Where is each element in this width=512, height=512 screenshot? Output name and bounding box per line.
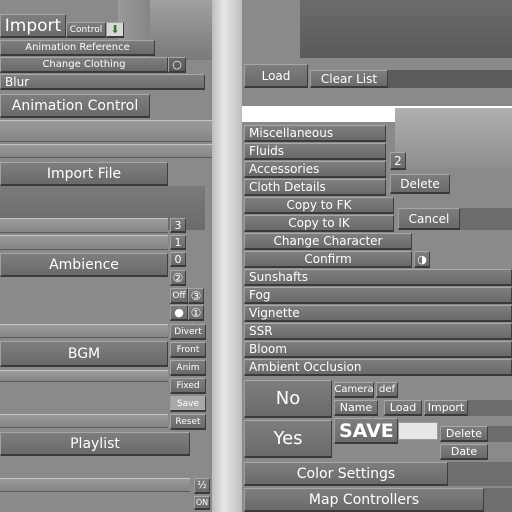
center-divider [212,0,242,512]
animation-reference-button[interactable]: Animation Reference [0,40,155,56]
playlist-track-bottom [0,478,190,492]
clear-list-track [388,70,512,88]
bgm-track-bottom [0,370,168,382]
bgm-fixed-button[interactable]: Fixed [170,378,206,394]
def-button[interactable]: def [376,382,398,398]
save-name-input[interactable] [398,422,438,440]
playlist-label: Playlist [0,432,190,456]
map-controllers-button[interactable]: Map Controllers [244,488,484,512]
playlist-track-top [0,414,168,428]
clothing-toggle[interactable]: ○ [168,57,186,73]
effect-ambient-occlusion[interactable]: Ambient Occlusion [244,359,512,376]
date-button[interactable]: Date [440,444,488,460]
import-small-button[interactable]: Import [424,400,468,416]
category-cloth-details[interactable]: Cloth Details [244,179,386,196]
delete-button[interactable]: Delete [390,174,450,194]
effect-fog[interactable]: Fog [244,287,512,304]
ambience-label: Ambience [0,253,168,277]
count-badge: 2 [390,152,406,170]
symbol-1-button[interactable]: ① [188,305,204,321]
half-circle-icon[interactable]: ◑ [414,251,430,268]
symbol-2-button[interactable]: ② [170,270,186,286]
category-miscellaneous[interactable]: Miscellaneous [244,125,386,142]
half-button[interactable]: ½ [194,478,210,494]
top-right-dark-block [300,0,512,58]
copy-to-ik-button[interactable]: Copy to IK [244,215,394,232]
row-track-3 [0,218,168,233]
left-slider-track-2[interactable] [0,144,212,158]
cancel-track [460,208,512,230]
color-settings-button[interactable]: Color Settings [244,462,448,486]
bgm-divert-button[interactable]: Divert [170,324,206,340]
import-file-button[interactable]: Import File [0,162,168,186]
left-slider-track-1[interactable] [0,120,212,142]
effect-ssr[interactable]: SSR [244,323,512,340]
no-button[interactable]: No [244,380,332,418]
import-button[interactable]: Import [0,14,66,38]
load-small-button[interactable]: Load [384,400,422,416]
control-button[interactable]: Control [66,22,106,38]
name-button[interactable]: Name [334,400,378,416]
number-0-button[interactable]: 0 [170,252,186,267]
row-track-1 [0,235,168,250]
save-button[interactable]: SAVE [334,418,398,444]
blur-label: Blur [0,74,205,90]
effect-sunshafts[interactable]: Sunshafts [244,269,512,286]
bgm-reset-button[interactable]: Reset [170,414,206,430]
camera-button[interactable]: Camera [334,382,374,398]
delete-track [488,426,512,442]
clear-list-button[interactable]: Clear List [310,70,388,88]
number-3-button[interactable]: 3 [170,218,186,233]
number-1-button[interactable]: 1 [170,235,186,250]
off-button[interactable]: Off [170,288,188,304]
animation-control-button[interactable]: Animation Control [0,94,150,118]
record-toggle-icon[interactable]: ● [170,305,188,321]
right-top-block [395,108,512,168]
confirm-button[interactable]: Confirm [244,251,412,268]
import-track [468,400,512,416]
on-button[interactable]: ON [194,496,210,510]
color-settings-track [448,462,512,486]
bgm-label: BGM [0,341,168,367]
effect-vignette[interactable]: Vignette [244,305,512,322]
category-fluids[interactable]: Fluids [244,143,386,160]
download-icon[interactable]: ⬇ [106,22,124,38]
effect-bloom[interactable]: Bloom [244,341,512,358]
load-button[interactable]: Load [244,64,308,88]
change-clothing-button[interactable]: Change Clothing [0,57,168,73]
copy-to-fk-button[interactable]: Copy to FK [244,197,394,214]
cancel-button[interactable]: Cancel [398,208,460,230]
symbol-3-button[interactable]: ③ [188,288,204,304]
bgm-save-button[interactable]: Save [170,396,206,412]
bgm-front-button[interactable]: Front [170,342,206,358]
change-character-button[interactable]: Change Character [244,233,412,250]
delete-small-button[interactable]: Delete [440,426,488,442]
category-accessories[interactable]: Accessories [244,161,386,178]
bgm-track-top [0,324,168,338]
map-controllers-track [484,488,512,512]
bgm-anim-button[interactable]: Anim [170,360,206,376]
yes-button[interactable]: Yes [244,420,332,458]
